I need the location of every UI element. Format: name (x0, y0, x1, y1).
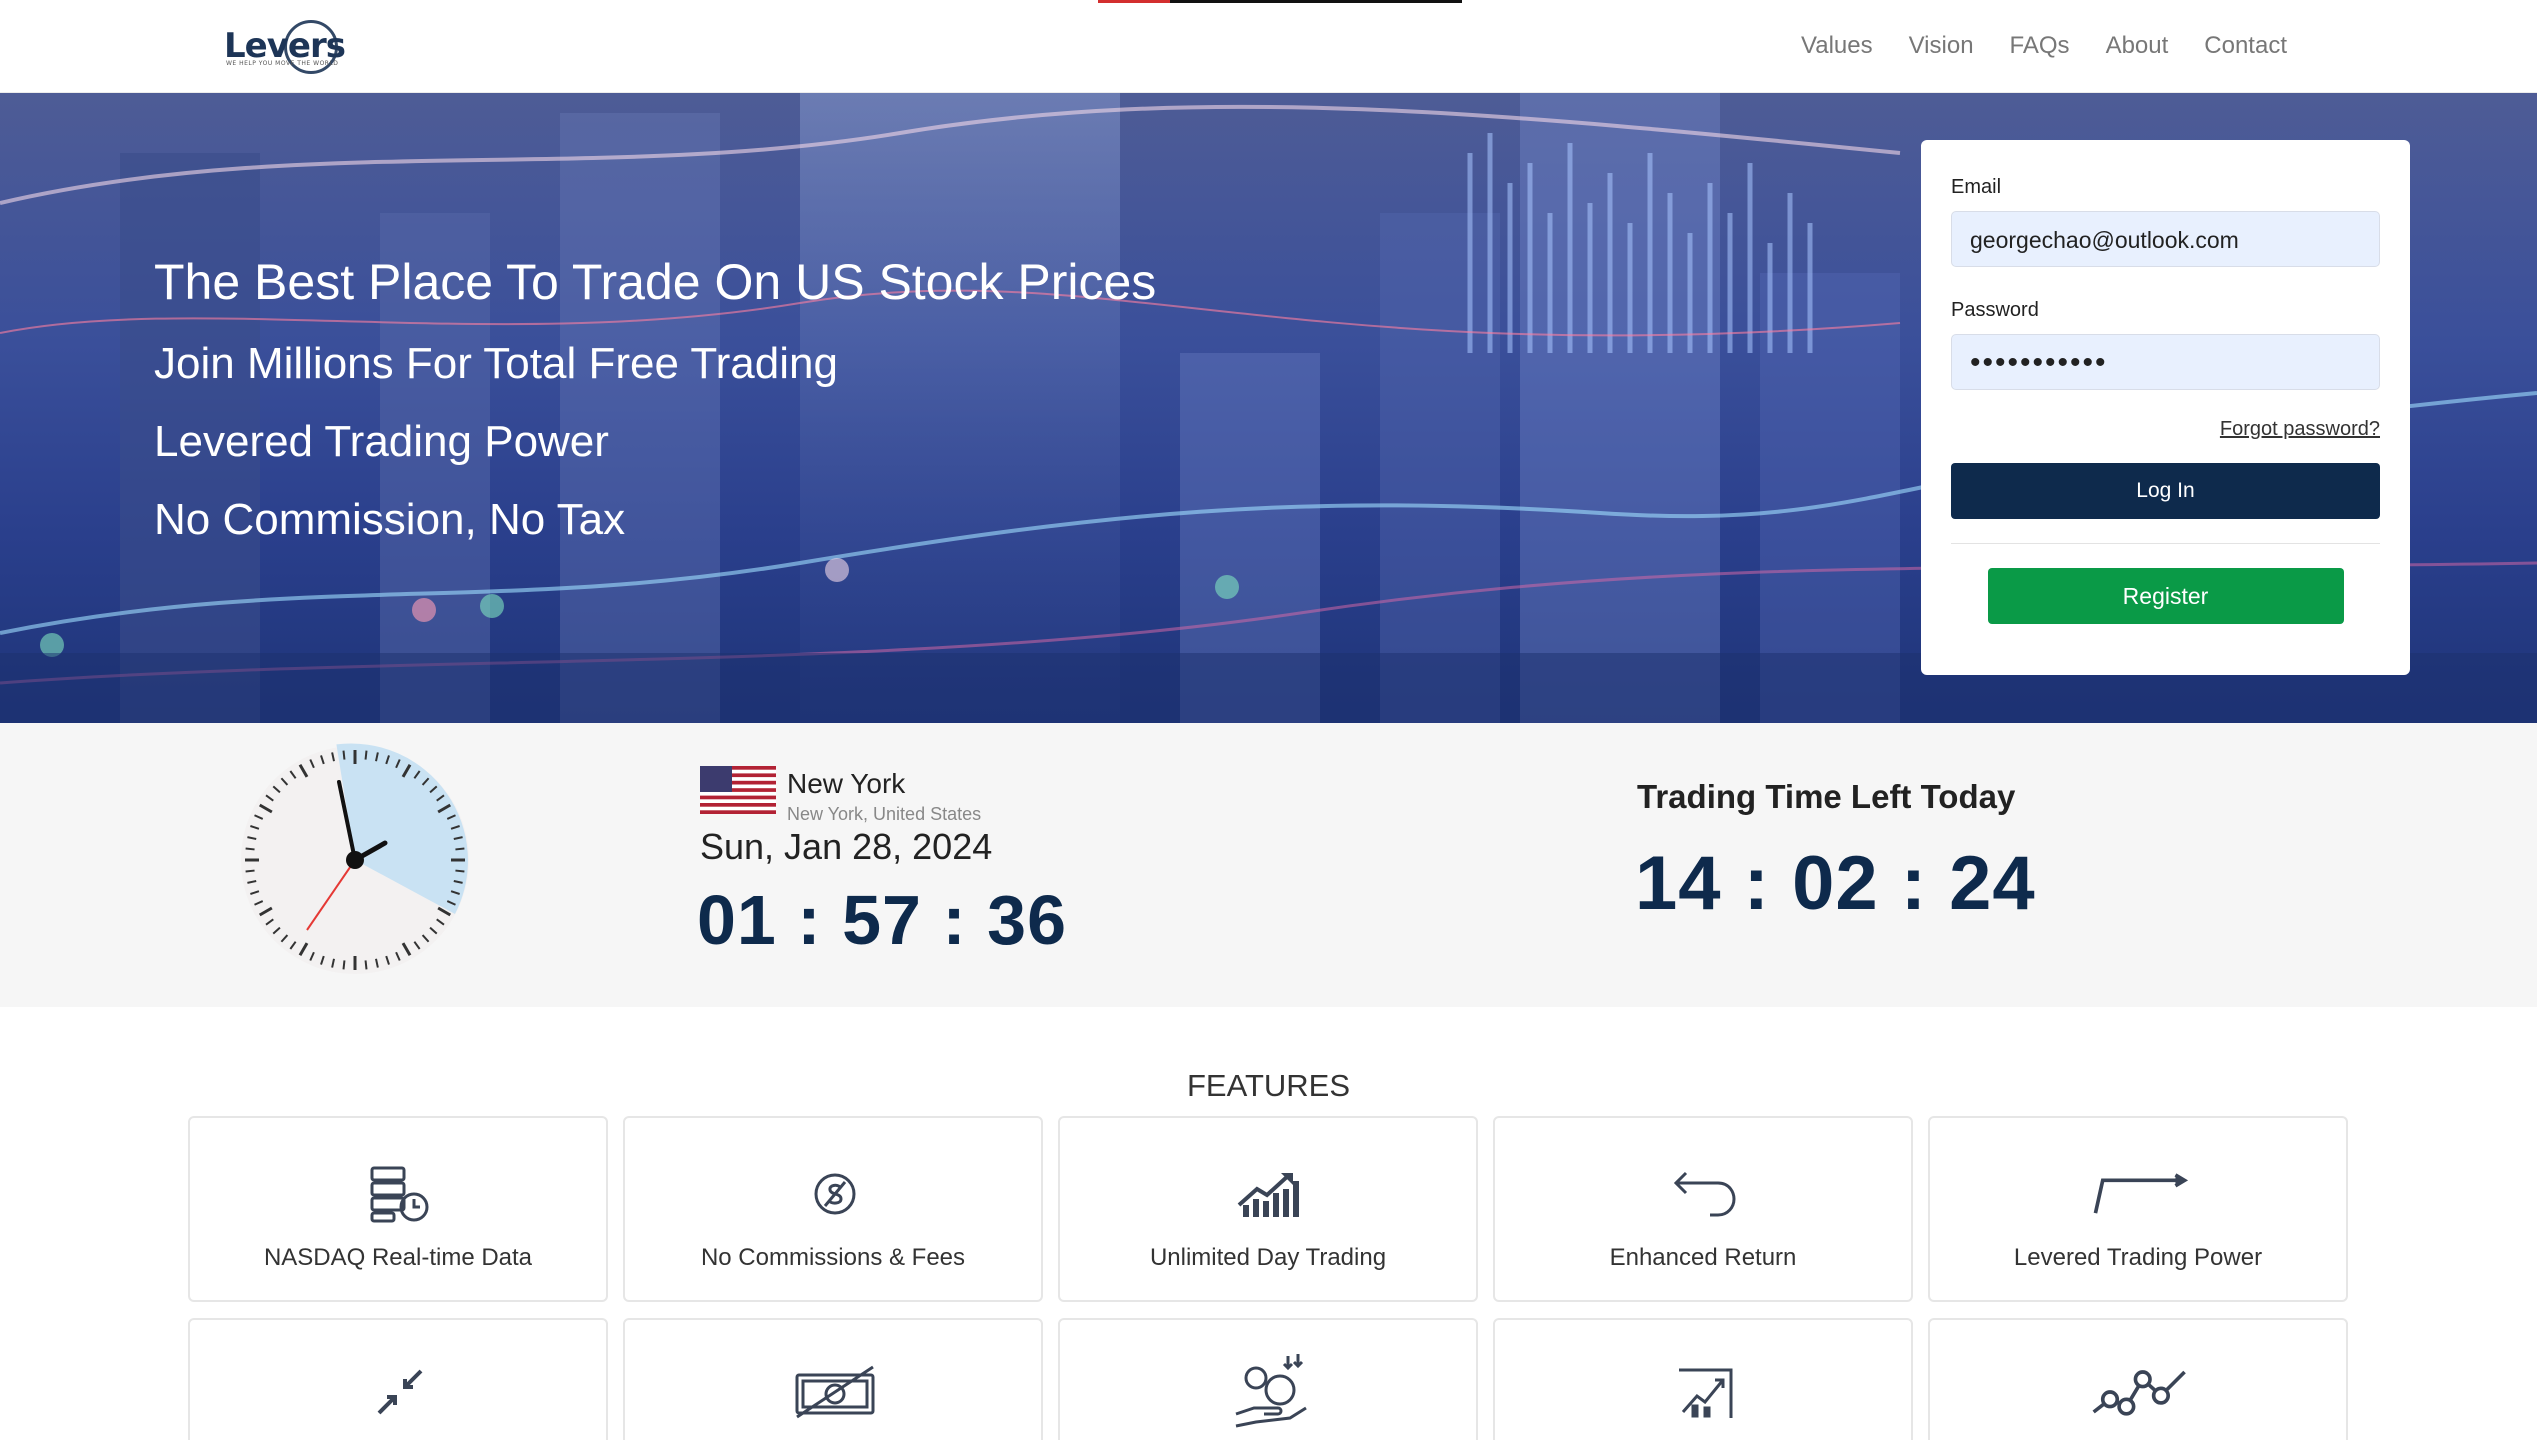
money-hand-icon (1220, 1354, 1320, 1428)
city-name: New York (787, 768, 906, 799)
feature-card-row2-3 (1058, 1318, 1478, 1440)
return-arrow-icon (1655, 1160, 1755, 1228)
feature-card-row2-4 (1493, 1318, 1913, 1440)
feature-card-levered-power: Levered Trading Power (1928, 1116, 2348, 1302)
new-york-time: 01 : 57 : 36 (697, 881, 1067, 959)
feature-card-row2-5 (1928, 1318, 2348, 1440)
nav-link-contact[interactable]: Contact (2204, 32, 2287, 60)
hero-line-3: No Commission, No Tax (154, 495, 626, 544)
logo-tagline: WE HELP YOU MOVE THE WORLD (226, 60, 339, 67)
email-field[interactable]: georgechao@outlook.com (1951, 211, 2380, 267)
login-divider (1951, 543, 2380, 544)
hero-headline: The Best Place To Trade On US Stock Pric… (154, 254, 1157, 310)
password-label: Password (1951, 299, 2039, 321)
register-button[interactable]: Register (1987, 568, 2344, 624)
feature-label: Levered Trading Power (2013, 1244, 2263, 1271)
feature-card-no-commissions: No Commissions & Fees (623, 1116, 1043, 1302)
email-label: Email (1951, 176, 2002, 198)
top-navbar: Levers WE HELP YOU MOVE THE WORLD Values… (0, 0, 2537, 93)
trend-nodes-icon (2090, 1358, 2190, 1426)
hero-line-2: Levered Trading Power (154, 417, 609, 466)
feature-label: NASDAQ Real-time Data (263, 1244, 533, 1271)
feature-card-row2-2 (623, 1318, 1043, 1440)
forgot-password-link[interactable]: Forgot password? (1951, 418, 2380, 441)
feature-card-enhanced-return: Enhanced Return (1493, 1116, 1913, 1302)
bar-chart-up-icon (1220, 1160, 1320, 1228)
feature-card-row2-1 (188, 1318, 608, 1440)
no-cash-icon (785, 1358, 885, 1426)
city-region: New York, United States (787, 804, 982, 824)
levers-logo[interactable]: Levers WE HELP YOU MOVE THE WORLD (222, 18, 346, 76)
feature-label: Unlimited Day Trading (1149, 1244, 1387, 1271)
hero-text-block: The Best Place To Trade On US Stock Pric… (154, 253, 1156, 573)
nav-link-vision[interactable]: Vision (1909, 32, 1974, 60)
no-dollar-icon (785, 1160, 885, 1228)
page-progress-bar (1098, 0, 1462, 3)
nav-link-values[interactable]: Values (1801, 32, 1873, 60)
analog-clock-icon (241, 743, 469, 974)
feature-card-nasdaq: NASDAQ Real-time Data (188, 1116, 608, 1302)
feature-label: Enhanced Return (1609, 1244, 1797, 1271)
trading-time-left: 14 : 02 : 24 (1635, 841, 2036, 926)
chart-growth-icon (1655, 1358, 1755, 1426)
database-clock-icon (350, 1160, 450, 1228)
lever-arrow-icon (2090, 1160, 2190, 1228)
password-field[interactable]: ••••••••••• (1951, 334, 2380, 390)
feature-label: No Commissions & Fees (700, 1244, 966, 1271)
trading-time-title: Trading Time Left Today (1637, 778, 2016, 815)
log-in-button[interactable]: Log In (1951, 463, 2380, 519)
hero-line-1: Join Millions For Total Free Trading (154, 339, 838, 388)
nav-link-about[interactable]: About (2106, 32, 2169, 60)
features-title: FEATURES (1186, 1068, 1351, 1103)
current-date: Sun, Jan 28, 2024 (700, 826, 993, 867)
feature-card-day-trading: Unlimited Day Trading (1058, 1116, 1478, 1302)
nav-links: Values Vision FAQs About Contact (1801, 32, 2287, 60)
compress-arrows-icon (350, 1358, 450, 1426)
login-card: Email georgechao@outlook.com Password ••… (1921, 140, 2410, 675)
nav-link-faqs[interactable]: FAQs (2010, 32, 2070, 60)
us-flag-icon (700, 766, 776, 814)
